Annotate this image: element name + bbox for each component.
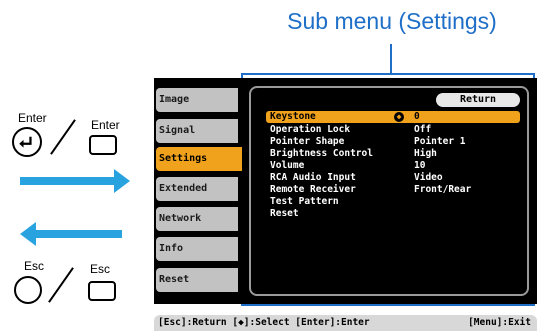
- menu-item-keystone[interactable]: Keystone ◆ 0: [266, 111, 520, 123]
- tab-signal[interactable]: Signal: [156, 119, 238, 143]
- menu-item-value: Off: [414, 124, 432, 135]
- menu-item-label: Reset: [270, 208, 299, 219]
- menu-item-volume[interactable]: Volume 10: [266, 160, 520, 172]
- menu-item-value: High: [414, 148, 437, 159]
- menu-item-value: 10: [414, 160, 426, 171]
- callout-connector: [390, 44, 392, 74]
- menu-item-label: Remote Receiver: [270, 184, 356, 195]
- menu-item-test-pattern[interactable]: Test Pattern: [266, 196, 520, 208]
- menu-item-brightness-control[interactable]: Brightness Control High: [266, 148, 520, 160]
- forward-arrow-icon: [20, 169, 130, 193]
- esc-round-key-icon: [14, 276, 42, 304]
- menu-item-value: 0: [414, 111, 420, 122]
- enter-key-label: Enter: [18, 111, 47, 125]
- esc-key-label-2: Esc: [90, 262, 111, 276]
- tab-image[interactable]: Image: [156, 88, 238, 112]
- esc-key-label: Esc: [24, 259, 45, 273]
- status-hints: [Esc]:Return [◆]:Select [Enter]:Enter: [158, 317, 370, 328]
- menu-item-reset[interactable]: Reset: [266, 208, 520, 220]
- tab-reset[interactable]: Reset: [156, 268, 238, 292]
- slash-divider: [50, 119, 76, 155]
- esc-rect-key-icon: [88, 281, 116, 301]
- callout-title: Sub menu (Settings): [287, 8, 497, 34]
- menu-item-remote-receiver[interactable]: Remote Receiver Front/Rear: [266, 184, 520, 196]
- menu-item-label: Operation Lock: [270, 124, 351, 135]
- tab-info[interactable]: Info: [156, 237, 238, 261]
- menu-item-pointer-shape[interactable]: Pointer Shape Pointer 1: [266, 136, 520, 148]
- tab-network[interactable]: Network: [156, 207, 238, 231]
- menu-item-value: Video: [414, 172, 443, 183]
- menu-item-operation-lock[interactable]: Operation Lock Off: [266, 124, 520, 136]
- menu-item-value: Pointer 1: [414, 136, 466, 147]
- menu-item-label: Brightness Control: [270, 148, 373, 159]
- enter-key-label-2: Enter: [91, 118, 120, 132]
- slash-divider-2: [48, 267, 74, 303]
- enter-rect-key-icon: [89, 135, 117, 155]
- menu-item-label: Test Pattern: [270, 196, 339, 207]
- back-arrow-icon: [20, 222, 122, 246]
- return-button[interactable]: Return: [436, 93, 520, 107]
- status-bar: [Esc]:Return [◆]:Select [Enter]:Enter [M…: [154, 315, 537, 331]
- enter-round-key-icon: [12, 127, 42, 157]
- menu-item-label: Keystone: [270, 111, 316, 122]
- menu-item-label: RCA Audio Input: [270, 172, 356, 183]
- tab-extended[interactable]: Extended: [156, 177, 238, 201]
- menu-item-label: Pointer Shape: [270, 136, 345, 147]
- tab-settings[interactable]: Settings: [156, 147, 242, 171]
- adjust-icon: ◆: [394, 112, 404, 122]
- menu-item-value: Front/Rear: [414, 184, 472, 195]
- menu-item-rca-audio-input[interactable]: RCA Audio Input Video: [266, 172, 520, 184]
- status-exit-hint: [Menu]:Exit: [468, 317, 531, 328]
- menu-item-label: Volume: [270, 160, 305, 171]
